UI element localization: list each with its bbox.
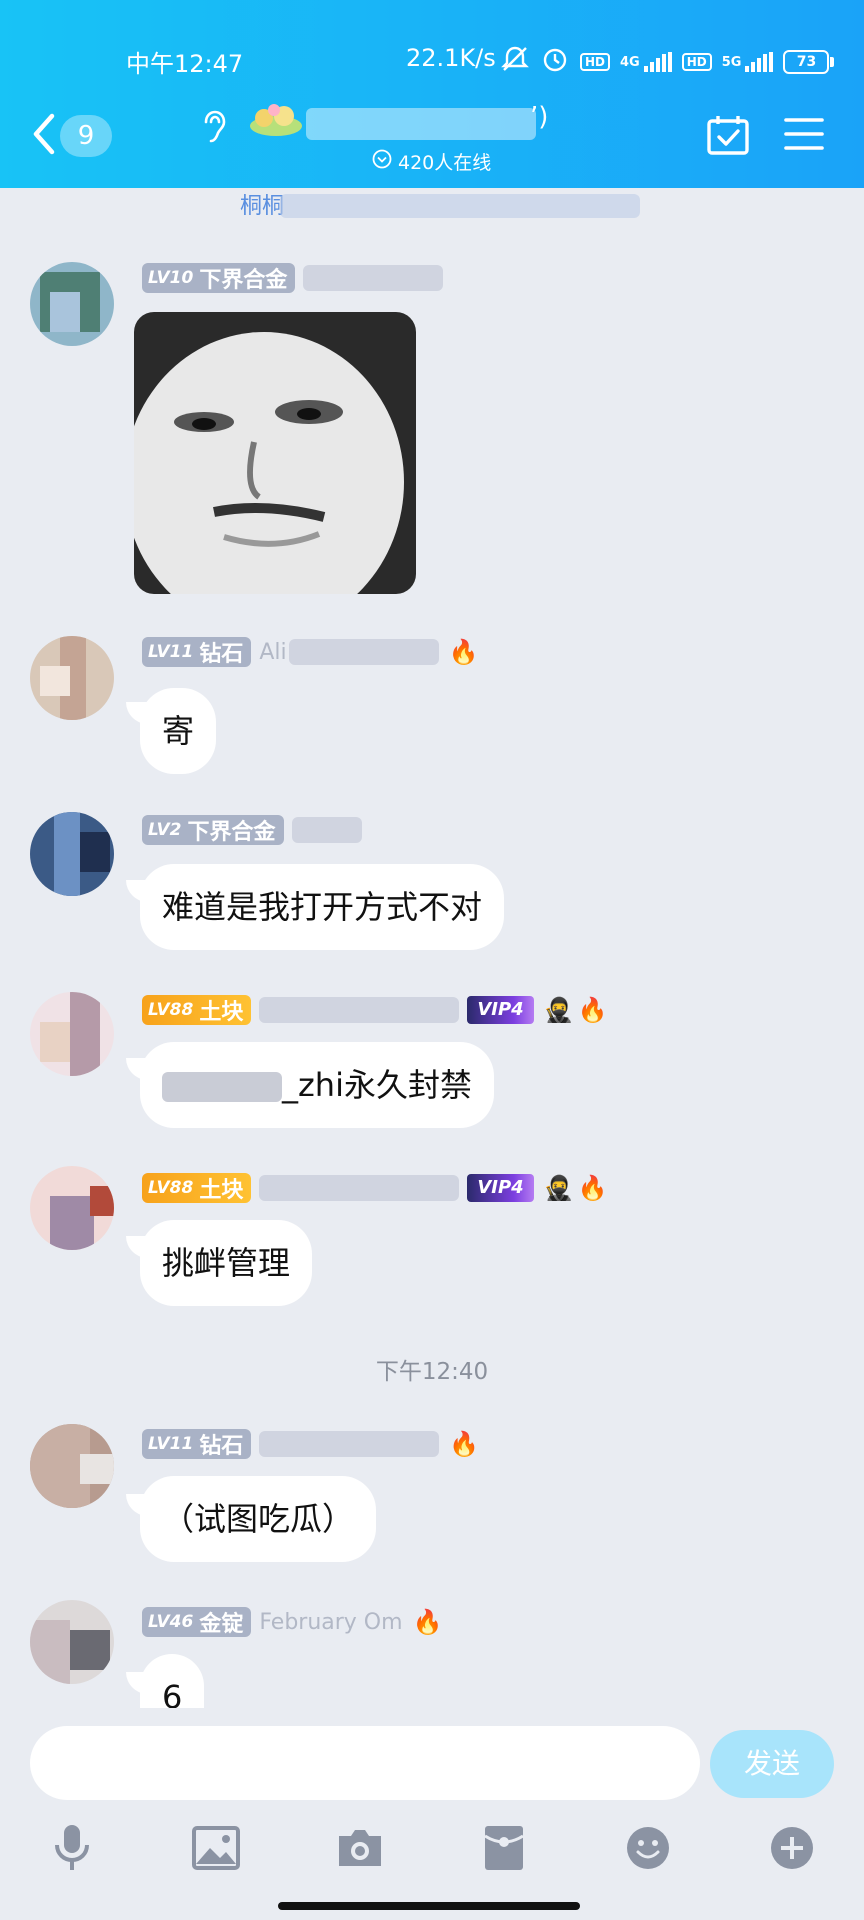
level-badge: LV88 土块 — [142, 1173, 252, 1203]
vip-badge: VIP4 — [467, 996, 534, 1024]
nickname-redacted — [259, 1431, 440, 1457]
nickname: Ali — [259, 639, 287, 665]
avatar[interactable] — [30, 636, 114, 720]
input-toolbar — [0, 1818, 864, 1882]
level-badge: LV11 钻石 — [142, 1429, 252, 1459]
level-badge: LV11 钻石 — [142, 637, 252, 667]
nickname-redacted — [259, 1175, 460, 1201]
level-badge: LV88 土块 — [142, 995, 252, 1025]
hd-badge-2: HD — [681, 53, 712, 71]
message-bubble[interactable]: 6 — [140, 1654, 205, 1708]
level-badge: LV10 下界合金 — [142, 263, 296, 293]
plus-icon[interactable] — [762, 1818, 822, 1878]
nickname-redacted — [259, 997, 460, 1023]
net-label-4g: 4G — [620, 54, 640, 70]
chat-header: 中午12:47 22.1K/s HD 4G HD 5G 73 9 ’) 420人… — [0, 0, 864, 188]
avatar[interactable] — [30, 1166, 114, 1250]
battery-icon: 73 — [783, 50, 835, 74]
net-speed: 22.1K/s — [406, 44, 496, 72]
avatar[interactable] — [30, 812, 114, 896]
chevron-down-circle-icon — [372, 149, 392, 174]
message-meta: LV10 下界合金 — [142, 262, 444, 294]
message-meta: LV88 土块 VIP4 🥷 🔥 — [142, 1172, 607, 1204]
signal-icon-2 — [745, 52, 774, 72]
message-meta: LV11 钻石 🔥 — [142, 1428, 479, 1460]
group-emblem-icon — [246, 100, 306, 140]
partial-bubble-clip: 6 — [0, 1654, 864, 1708]
red-packet-icon[interactable] — [474, 1818, 534, 1878]
redacted-text — [162, 1072, 282, 1102]
announcement-redacted — [280, 194, 640, 218]
flame-icon: 🔥 — [448, 638, 479, 666]
announcement-prefix: 桐桐 — [240, 194, 285, 218]
message-bubble[interactable]: _zhi永久封禁 — [140, 1042, 494, 1128]
flame-icon: 🔥 — [449, 1430, 480, 1458]
microphone-icon[interactable] — [42, 1818, 102, 1878]
back-button[interactable]: 9 — [30, 112, 112, 160]
menu-icon[interactable] — [784, 116, 824, 156]
message-bubble[interactable]: 挑衅管理 — [140, 1220, 313, 1306]
nickname: February Om — [259, 1609, 403, 1635]
nickname-redacted — [291, 817, 362, 843]
online-count: 420人在线 — [398, 152, 492, 174]
emblem-icon: 🥷 — [543, 996, 574, 1024]
time-divider: 下午12:40 — [375, 1359, 489, 1385]
nickname-redacted — [288, 639, 439, 665]
image-message[interactable] — [134, 312, 416, 594]
message-meta: LV46 金锭 February Om 🔥 — [142, 1606, 442, 1638]
message-meta: LV2 下界合金 — [142, 814, 362, 846]
alarm-icon — [540, 44, 570, 80]
message-bubble[interactable]: （试图吃瓜） — [140, 1476, 377, 1562]
net-label-5g: 5G — [721, 54, 742, 70]
send-button[interactable]: 发送 — [710, 1730, 834, 1798]
avatar[interactable] — [30, 262, 114, 346]
battery-level: 73 — [783, 50, 830, 74]
back-chevron-icon — [30, 112, 58, 160]
flame-icon: 🔥 — [412, 1608, 443, 1636]
status-icons: HD 4G HD 5G 73 — [500, 44, 835, 80]
status-bar: 中午12:47 22.1K/s HD 4G HD 5G 73 — [0, 40, 864, 80]
status-time: 中午12:47 — [126, 50, 244, 78]
emblem-icon: 🥷 — [543, 1174, 574, 1202]
emoji-icon[interactable] — [618, 1818, 678, 1878]
nav-row: 9 ’) 420人在线 — [0, 100, 864, 175]
hd-badge: HD — [580, 53, 611, 71]
camera-icon[interactable] — [330, 1818, 390, 1878]
vip-badge: VIP4 — [467, 1174, 534, 1202]
signal-icon — [643, 52, 672, 72]
online-status[interactable]: 420人在线 — [372, 148, 491, 175]
unread-count: 9 — [60, 115, 112, 157]
group-name-suffix: ’) — [530, 102, 549, 132]
flame-icon: 🔥 — [577, 1174, 608, 1202]
flame-icon: 🔥 — [577, 996, 608, 1024]
group-name-redacted — [306, 108, 536, 140]
message-meta: LV11 钻石 Ali 🔥 — [142, 636, 479, 668]
message-input[interactable] — [30, 1726, 700, 1800]
message-meta: LV88 土块 VIP4 🥷 🔥 — [142, 994, 607, 1026]
image-icon[interactable] — [186, 1818, 246, 1878]
nickname-redacted — [303, 265, 444, 291]
group-announcement[interactable]: 桐桐 — [240, 188, 284, 218]
avatar[interactable] — [30, 1424, 114, 1508]
input-area: 发送 — [0, 1708, 864, 1920]
ear-icon[interactable] — [198, 108, 228, 152]
home-indicator[interactable] — [278, 1902, 580, 1910]
calendar-check-icon[interactable] — [706, 114, 750, 160]
message-bubble[interactable]: 难道是我打开方式不对 — [140, 864, 505, 950]
avatar[interactable] — [30, 992, 114, 1076]
level-badge: LV46 金锭 — [142, 1607, 252, 1637]
message-bubble[interactable]: 寄 — [140, 688, 217, 774]
mute-bell-icon — [500, 44, 530, 80]
level-badge: LV2 下界合金 — [142, 815, 284, 845]
